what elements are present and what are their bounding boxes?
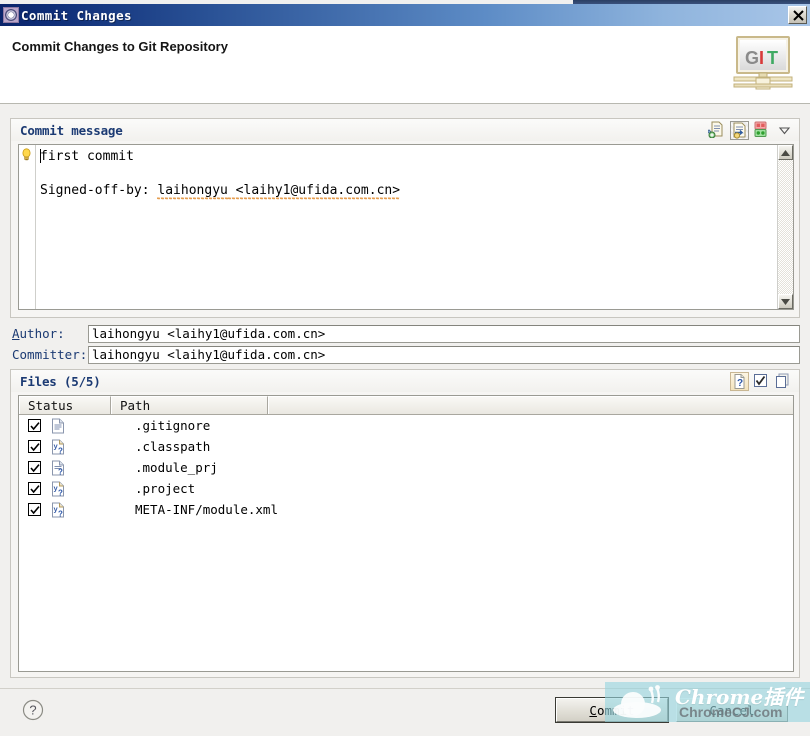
files-toolbar: ? [730,371,793,391]
signoff-email: <laihy1@ufida.com.cn> [227,183,401,200]
gear-icon [3,7,19,23]
row-path: .gitignore [135,418,211,433]
commit-message-label: Commit message [20,122,123,138]
help-icon: ? [22,699,44,721]
check-icon [30,506,40,515]
file-text-icon [52,418,64,433]
insert-change-id-icon[interactable] [730,120,749,140]
row-checkbox[interactable] [28,419,41,432]
svg-text:?: ? [58,509,63,518]
svg-text:?: ? [58,488,63,497]
file-text-unknown-icon: ? [52,460,64,476]
row-status-cell: y ? [19,481,111,497]
chevron-down-icon[interactable] [778,124,791,137]
files-table-header: Status Path [19,396,793,415]
cancel-button[interactable]: Cancel [676,698,788,722]
git-logo: G I T [733,36,793,90]
committer-row: Committer: laihongyu <laihy1@ufida.com.c… [10,345,800,364]
commit-button[interactable]: Commit [555,697,669,723]
table-row[interactable]: .gitignore [19,415,793,436]
scroll-down-arrow[interactable] [778,294,793,309]
svg-text:G: G [745,48,759,68]
row-path: META-INF/module.xml [135,502,278,517]
scroll-up-arrow[interactable] [778,145,793,160]
editor-gutter [19,145,36,309]
row-path: .module_prj [135,460,218,475]
row-status-cell: y ? [19,439,111,455]
dialog-footer: ? Commit Cancel [0,688,810,736]
row-checkbox[interactable] [28,461,41,474]
files-label: Files (5/5) [20,373,101,389]
column-header-status[interactable]: Status [19,396,111,414]
close-icon [793,10,804,21]
row-checkbox[interactable] [28,482,41,495]
deselect-all-icon[interactable] [774,372,793,391]
commit-message-scrollbar[interactable] [777,145,793,309]
author-label: Author: [12,326,65,341]
help-button[interactable]: ? [22,699,44,721]
row-checkbox[interactable] [28,440,41,453]
commit-message-text[interactable]: first commit Signed-off-by: laihongyu <l… [36,145,777,309]
row-status-cell: y ? [19,502,111,518]
row-checkbox[interactable] [28,503,41,516]
svg-text:T: T [767,48,778,68]
dialog-body: Commit message first commit Signed-off-b… [0,104,810,688]
commit-message-panel: Commit message first commit Signed-off-b… [10,118,800,318]
table-row[interactable]: y ? .classpath [19,436,793,457]
committer-label: Committer: [12,347,88,362]
svg-text:?: ? [737,378,743,389]
row-path: .project [135,481,196,496]
commit-message-line2 [40,166,48,181]
file-xml-unknown-icon: y ? [52,439,64,455]
row-path: .classpath [135,439,211,454]
file-xml-unknown-icon: y ? [52,481,64,497]
files-panel: Files (5/5) ? Status Path .gitignore y ?… [10,369,800,678]
window-titlebar: Commit Changes [0,4,810,26]
commit-message-editor[interactable]: first commit Signed-off-by: laihongyu <l… [18,144,794,310]
dialog-header: Commit Changes to Git Repository G I T [0,26,810,104]
check-icon [30,422,40,431]
page-title: Commit Changes to Git Repository [12,39,228,54]
table-row[interactable]: y ? .project [19,478,793,499]
table-row[interactable]: ? .module_prj [19,457,793,478]
check-icon [30,464,40,473]
author-row: Author: laihongyu <laihy1@ufida.com.cn> [10,324,800,343]
commit-message-header: Commit message [11,119,799,141]
svg-text:?: ? [29,703,36,718]
committer-input[interactable]: laihongyu <laihy1@ufida.com.cn> [88,345,800,364]
files-header: Files (5/5) ? [11,370,799,392]
signoff-name: laihongyu [157,183,228,200]
commit-message-line1: first commit [40,149,134,164]
amend-commit-icon[interactable] [752,121,771,140]
files-table[interactable]: Status Path .gitignore y ? .classpath ? … [18,395,794,672]
file-xml-unknown-icon: y ? [52,502,64,518]
check-icon [30,485,40,494]
window-title: Commit Changes [21,7,132,23]
files-table-body: .gitignore y ? .classpath ? .module_prj … [19,415,793,520]
show-untracked-files-icon[interactable]: ? [730,371,749,391]
add-signed-off-icon[interactable] [706,121,727,140]
close-button[interactable] [788,6,807,24]
select-all-icon[interactable] [752,372,771,391]
author-input[interactable]: laihongyu <laihy1@ufida.com.cn> [88,324,800,343]
column-header-path[interactable]: Path [111,396,268,414]
lightbulb-icon [21,148,32,166]
check-icon [30,443,40,452]
commit-message-toolbar [706,120,793,140]
svg-text:I: I [759,48,764,68]
signoff-prefix: Signed-off-by: [40,183,158,198]
svg-text:?: ? [58,446,63,455]
svg-text:?: ? [58,467,63,476]
commit-changes-dialog: Commit Changes Commit Changes to Git Rep… [0,0,810,736]
row-status-cell: ? [19,460,111,476]
row-status-cell [19,418,111,434]
column-header-extra[interactable] [268,396,793,414]
table-row[interactable]: y ? META-INF/module.xml [19,499,793,520]
